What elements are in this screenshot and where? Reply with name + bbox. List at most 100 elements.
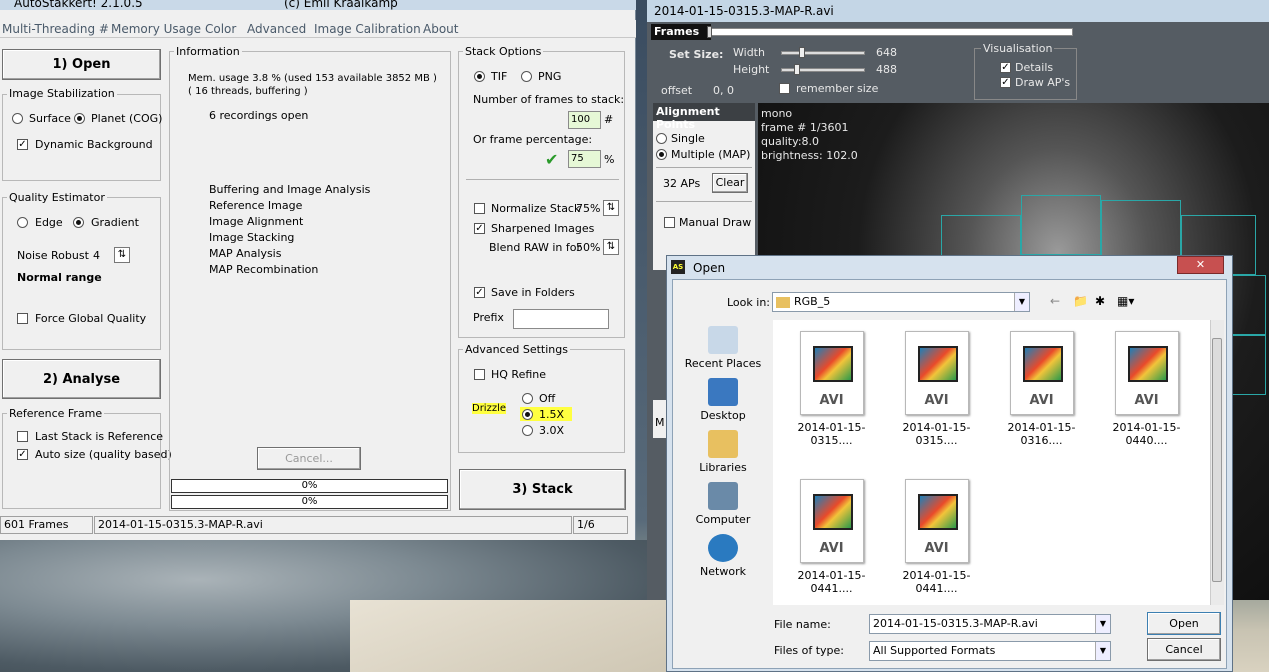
prefix-label: Prefix	[473, 311, 504, 324]
up-folder-icon[interactable]: 📁	[1073, 294, 1088, 308]
cancel-processing-button[interactable]: Cancel...	[257, 447, 361, 470]
menu-image-calibration[interactable]: Image Calibration	[314, 22, 421, 36]
overlay-frame: frame # 1/3601	[761, 121, 849, 134]
avi-file-icon: AVI	[799, 479, 864, 563]
force-global-quality-checkbox[interactable]	[17, 313, 28, 324]
place-libraries[interactable]: Libraries	[683, 430, 763, 474]
place-network[interactable]: Network	[683, 534, 763, 578]
divider	[656, 201, 752, 202]
height-slider-thumb[interactable]	[794, 64, 800, 75]
view-menu-icon[interactable]: ▦▾	[1117, 294, 1134, 308]
blend-raw-value: 50%	[576, 241, 601, 254]
analyse-button[interactable]: 2) Analyse	[2, 359, 161, 399]
drizzle-3x-radio[interactable]	[522, 425, 533, 436]
width-slider-thumb[interactable]	[799, 47, 805, 58]
drizzle-off-radio[interactable]	[522, 393, 533, 404]
normalize-stack-checkbox[interactable]	[474, 203, 485, 214]
recent-places-icon	[708, 326, 738, 354]
stack-button[interactable]: 3) Stack	[459, 469, 626, 510]
noise-robust-spinner[interactable]: ⇅	[114, 247, 130, 263]
chevron-down-icon[interactable]: ▼	[1095, 615, 1110, 633]
menu-memory-usage[interactable]: Memory Usage	[111, 22, 201, 36]
planet-cog-radio[interactable]	[74, 113, 85, 124]
normalize-spinner[interactable]: ⇅	[603, 200, 619, 216]
overlay-quality: quality:8.0	[761, 135, 820, 148]
png-radio[interactable]	[521, 71, 532, 82]
multiple-map-radio[interactable]	[656, 149, 667, 160]
gradient-radio[interactable]	[73, 217, 84, 228]
overlay-mono: mono	[761, 107, 793, 120]
file-item[interactable]: AVI 2014-01-15-0315....	[779, 331, 884, 447]
surface-label: Surface	[29, 112, 71, 125]
step-image-alignment: Image Alignment	[209, 215, 304, 228]
computer-icon	[708, 482, 738, 510]
last-stack-reference-checkbox[interactable]	[17, 431, 28, 442]
noise-robust-label: Noise Robust	[17, 249, 89, 262]
look-in-label: Look in:	[727, 296, 770, 309]
divider	[656, 167, 752, 168]
file-name-input[interactable]: 2014-01-15-0315.3-MAP-R.avi ▼	[869, 614, 1111, 634]
frames-to-stack-input[interactable]: 100	[568, 111, 601, 129]
close-icon[interactable]: ✕	[1177, 256, 1224, 274]
checkmark-icon: ✔	[545, 150, 559, 169]
menu-color[interactable]: Color	[205, 22, 236, 36]
details-checkbox[interactable]: ✓	[1000, 62, 1011, 73]
place-recent[interactable]: Recent Places	[683, 326, 763, 370]
tif-radio[interactable]	[474, 71, 485, 82]
avi-file-icon: AVI	[904, 479, 969, 563]
menu-advanced[interactable]: Advanced	[247, 22, 306, 36]
remember-size-checkbox[interactable]	[779, 83, 790, 94]
png-label: PNG	[538, 70, 562, 83]
place-computer[interactable]: Computer	[683, 482, 763, 526]
file-item[interactable]: AVI 2014-01-15-0315....	[884, 331, 989, 447]
auto-size-label: Auto size (quality based)	[35, 448, 172, 461]
file-item[interactable]: AVI 2014-01-15-0441....	[884, 479, 989, 595]
menu-multithreading[interactable]: Multi-Threading #	[2, 22, 109, 36]
drizzle-1-5x-radio[interactable]	[522, 409, 533, 420]
width-slider[interactable]	[781, 51, 865, 55]
open-file-button[interactable]: Open	[1147, 612, 1221, 635]
scrollbar-thumb[interactable]	[1212, 338, 1222, 582]
dynamic-background-checkbox[interactable]: ✓	[17, 139, 28, 150]
open-button[interactable]: 1) Open	[2, 49, 161, 80]
chevron-down-icon[interactable]: ▼	[1095, 642, 1110, 660]
chevron-down-icon[interactable]: ▼	[1014, 293, 1029, 311]
back-icon[interactable]: ←	[1050, 294, 1060, 308]
desktop-icon	[708, 378, 738, 406]
multiple-map-label: Multiple (MAP)	[671, 148, 751, 161]
hq-refine-checkbox[interactable]	[474, 369, 485, 380]
file-item[interactable]: AVI 2014-01-15-0440....	[1094, 331, 1199, 447]
files-of-type-select[interactable]: All Supported Formats ▼	[869, 641, 1111, 661]
as-author: (c) Emil Kraaikamp	[284, 0, 398, 10]
clear-aps-button[interactable]: Clear	[712, 173, 748, 193]
draw-aps-checkbox[interactable]: ✓	[1000, 77, 1011, 88]
as-menubar: Multi-Threading # Memory Usage Color Adv…	[0, 20, 636, 38]
save-in-folders-checkbox[interactable]: ✓	[474, 287, 485, 298]
frame-percentage-input[interactable]: 75	[568, 150, 601, 168]
menu-about[interactable]: About	[423, 22, 458, 36]
quality-estimator-label: Quality Estimator	[7, 191, 107, 204]
frame-slider[interactable]	[707, 28, 1073, 36]
prefix-input[interactable]	[513, 309, 609, 329]
blend-spinner[interactable]: ⇅	[603, 239, 619, 255]
frame-percentage-label: Or frame percentage:	[473, 133, 593, 146]
new-folder-icon[interactable]: ✱	[1095, 294, 1105, 308]
file-item[interactable]: AVI 2014-01-15-0441....	[779, 479, 884, 595]
edge-radio[interactable]	[17, 217, 28, 228]
single-ap-radio[interactable]	[656, 133, 667, 144]
step-map-recombination: MAP Recombination	[209, 263, 319, 276]
gradient-label: Gradient	[91, 216, 139, 229]
cancel-button[interactable]: Cancel	[1147, 638, 1221, 661]
tif-label: TIF	[491, 70, 508, 83]
step-buffering: Buffering and Image Analysis	[209, 183, 371, 196]
file-item[interactable]: AVI 2014-01-15-0316....	[989, 331, 1094, 447]
step-image-stacking: Image Stacking	[209, 231, 295, 244]
place-desktop[interactable]: Desktop	[683, 378, 763, 422]
surface-radio[interactable]	[12, 113, 23, 124]
auto-size-checkbox[interactable]: ✓	[17, 449, 28, 460]
frame-slider-thumb[interactable]	[707, 26, 712, 38]
sharpened-images-checkbox[interactable]: ✓	[474, 223, 485, 234]
look-in-combo[interactable]: RGB_5 ▼	[772, 292, 1030, 312]
manual-draw-checkbox[interactable]	[664, 217, 675, 228]
planet-cog-label: Planet (COG)	[91, 112, 163, 125]
